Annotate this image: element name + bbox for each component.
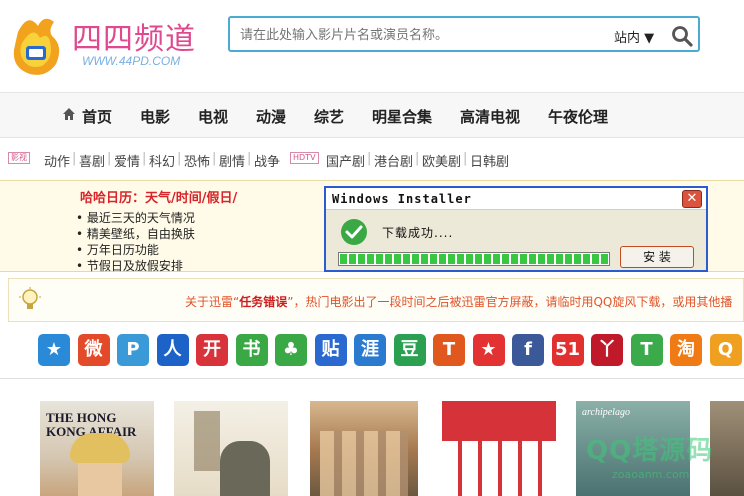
wo-icon[interactable]: 丫	[591, 334, 623, 366]
lightbulb-icon	[19, 287, 41, 309]
separator: |	[177, 151, 182, 166]
promo-line: • 节假日及放假安排	[76, 259, 183, 273]
douban-book-icon[interactable]: 书	[235, 334, 268, 366]
genre-drama[interactable]: 剧情	[219, 151, 245, 170]
genre-horror[interactable]: 恐怖	[184, 151, 210, 170]
nav-item-tv[interactable]: 电视	[198, 106, 228, 127]
q-orange-icon[interactable]: Q	[709, 334, 742, 366]
facebook-icon[interactable]: f	[512, 334, 544, 366]
search-input[interactable]	[240, 25, 600, 45]
51-icon[interactable]: 51	[551, 334, 584, 366]
sina-weibo-icon[interactable]: 微	[77, 334, 110, 366]
home-icon	[63, 108, 75, 120]
poster-6[interactable]	[710, 401, 744, 496]
main-nav: 首页 电影 电视 动漫 综艺 明星合集 高清电视 午夜伦理	[0, 92, 744, 138]
separator: |	[72, 151, 77, 166]
progress-fill	[340, 254, 608, 264]
watermark: QQ塔源码	[586, 436, 714, 466]
notice-text: 关于迅雷“任务错误”，热门电影出了一段时间之后被迅雷官方屏蔽，请临时用QQ旋风下…	[185, 295, 733, 309]
search-box: 站内 ▼	[228, 16, 700, 52]
hdtv-tag-icon: HDTV	[290, 152, 319, 164]
poster-group	[442, 441, 556, 496]
poster-hair	[70, 433, 130, 463]
qq-zone-icon[interactable]: ★	[38, 334, 70, 366]
taobao-icon[interactable]: 淘	[670, 334, 702, 366]
separator: |	[247, 151, 252, 166]
sub-nav: 影视 动作 | 喜剧 | 爱情 | 科幻 | 恐怖 | 剧情 | 战争 HDTV…	[0, 142, 744, 176]
kaixin-icon[interactable]: 开	[196, 334, 228, 366]
nav-item-midnight[interactable]: 午夜伦理	[548, 106, 608, 127]
dialog-title: Windows Installer	[332, 192, 472, 206]
genre-action[interactable]: 动作	[44, 151, 70, 170]
tencent-weibo-icon[interactable]: P	[117, 334, 149, 366]
tv-hk-tw[interactable]: 港台剧	[374, 151, 413, 170]
separator: |	[107, 151, 112, 166]
promo-title: 哈哈日历：天气/时间/假日/	[80, 191, 238, 206]
poster-4[interactable]	[442, 401, 556, 496]
ya-icon[interactable]: 涯	[354, 334, 386, 366]
share-icons-row: ★ 微 P 人开书 ♣ 贴涯豆 T ★ f 51 丫 T 淘 Q	[0, 326, 744, 374]
search-icon[interactable]	[670, 24, 694, 48]
separator: |	[212, 151, 217, 166]
genre-scifi[interactable]: 科幻	[149, 151, 175, 170]
logo-title[interactable]: 四四频道	[72, 14, 196, 58]
tv-jp-kr[interactable]: 日韩剧	[470, 151, 509, 170]
star-icon[interactable]: ★	[472, 334, 505, 366]
promo-line: • 精美壁纸，自由换肤	[76, 227, 195, 241]
movie-tag-icon: 影视	[8, 152, 30, 164]
search-scope-select[interactable]: 站内 ▼	[614, 27, 654, 46]
t-app-icon[interactable]: T	[433, 334, 465, 366]
dialog-titlebar[interactable]: Windows Installer ✕	[326, 188, 706, 210]
close-icon[interactable]: ✕	[682, 190, 702, 208]
genre-comedy[interactable]: 喜剧	[79, 151, 105, 170]
promo-line: • 最近三天的天气情况	[76, 211, 195, 225]
separator: |	[415, 151, 420, 166]
poster-calligraphy	[194, 411, 220, 471]
installer-dialog: Windows Installer ✕ 下载成功.... 安 装	[324, 186, 708, 272]
douban-icon[interactable]: 豆	[393, 334, 426, 366]
notice-bar: 关于迅雷“任务错误”，热门电影出了一段时间之后被迅雷官方屏蔽，请临时用QQ旋风下…	[8, 278, 744, 322]
t-green-icon[interactable]: T	[630, 334, 663, 366]
tv-domestic[interactable]: 国产剧	[326, 151, 365, 170]
genre-romance[interactable]: 爱情	[114, 151, 140, 170]
clover-icon[interactable]: ♣	[275, 334, 307, 366]
watermark-url: zoaoanm.com	[612, 468, 690, 481]
nav-item-home[interactable]: 首页	[82, 106, 112, 127]
nav-item-variety[interactable]: 综艺	[314, 106, 344, 127]
poster-3[interactable]	[310, 401, 418, 496]
nav-item-movie[interactable]: 电影	[140, 106, 170, 127]
install-button[interactable]: 安 装	[620, 246, 694, 268]
separator: |	[367, 151, 372, 166]
renren-icon[interactable]: 人	[156, 334, 189, 366]
success-check-icon	[341, 219, 367, 245]
genre-war[interactable]: 战争	[254, 151, 280, 170]
logo-url: WWW.44PD.COM	[82, 54, 181, 68]
nav-item-anime[interactable]: 动漫	[256, 106, 286, 127]
poster-group	[320, 431, 408, 496]
separator: |	[463, 151, 468, 166]
tv-western[interactable]: 欧美剧	[422, 151, 461, 170]
logo-emblem-icon[interactable]	[8, 12, 66, 80]
download-progress-bar	[338, 252, 610, 266]
poster-caption: archipelago	[582, 407, 630, 418]
poster-figure	[220, 441, 270, 496]
dialog-message: 下载成功....	[382, 226, 454, 240]
poster-hong-kong-affair[interactable]: THE HONG KONG AFFAIR	[40, 401, 154, 496]
site-header: 四四频道 WWW.44PD.COM 站内 ▼	[0, 0, 744, 92]
promo-line: • 万年日历功能	[76, 243, 159, 257]
nav-item-star-collection[interactable]: 明星合集	[372, 106, 432, 127]
tieba-icon[interactable]: 贴	[314, 334, 347, 366]
poster-2[interactable]	[174, 401, 288, 496]
separator: |	[142, 151, 147, 166]
nav-item-hdtv[interactable]: 高清电视	[460, 106, 520, 127]
